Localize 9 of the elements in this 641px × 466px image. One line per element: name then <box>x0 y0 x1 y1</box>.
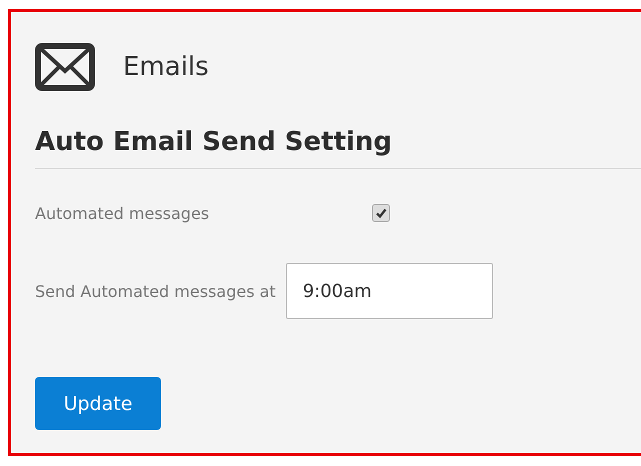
time-input-field[interactable]: 9:00am <box>286 263 493 319</box>
setting-label: Send Automated messages at <box>35 282 276 300</box>
checkmark-icon <box>375 207 387 219</box>
setting-label: Automated messages <box>35 204 210 222</box>
section-heading: Auto Email Send Setting <box>35 126 394 159</box>
envelope-icon <box>35 43 95 91</box>
page-title: Emails <box>123 52 209 82</box>
update-button[interactable]: Update <box>35 377 161 430</box>
checkbox[interactable] <box>372 204 390 222</box>
